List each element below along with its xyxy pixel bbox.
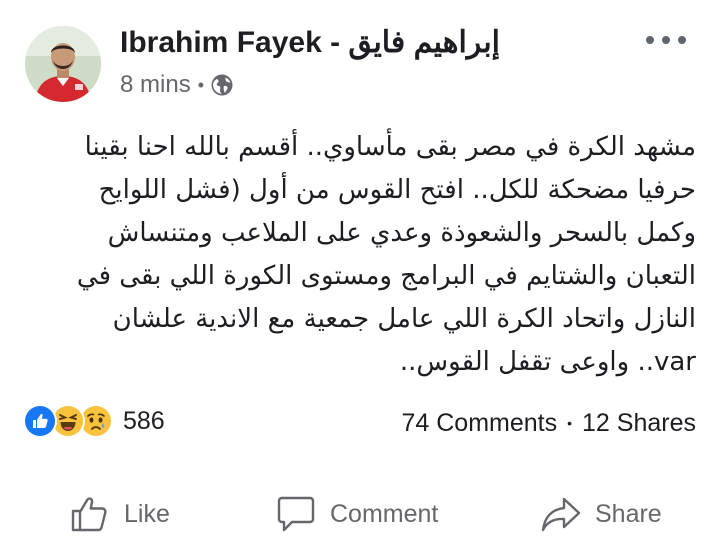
comment-label: Comment [330,499,439,528]
facebook-post: Ibrahim Fayek - إبراهيم فايق 8 mins • مش… [0,0,720,550]
comment-bubble-icon [277,496,315,532]
avatar[interactable] [25,26,101,102]
share-button[interactable]: Share [541,486,662,542]
post-text-line: حرفيا مضحكة للكل.. افتح القوس من أول (فش… [98,175,696,205]
like-button[interactable]: Like [70,486,170,542]
avatar-photo [25,26,101,102]
counts-separator: • [567,415,573,431]
share-label: Share [595,499,662,528]
comment-button[interactable]: Comment [276,486,438,542]
post-text-line: وكمل بالسحر والشعوذة وعدي على الملاعب وم… [107,218,696,248]
action-bar: Like Comment Share [0,486,720,542]
more-options-icon[interactable] [646,28,686,52]
comments-count-link[interactable]: 74 Comments [402,407,558,439]
engagement-counts: 74 Comments • 12 Shares [402,407,697,439]
post-text-line: التعبان والشتايم في البرامج ومستوى الكور… [76,261,696,291]
post-text-line: var.. واوعى تقفل القوس.. [399,347,696,377]
like-label: Like [124,499,170,528]
post-text-line: النازل واتحاد الكرة اللي عامل جمعية مع ا… [112,304,696,334]
like-reaction-icon [23,404,57,438]
post-text: مشهد الكرة في مصر بقى مأساوي.. أقسم بالل… [36,126,696,384]
more-dot [678,36,686,44]
post-text-line: مشهد الكرة في مصر بقى مأساوي.. أقسم بالل… [84,132,696,162]
globe-icon[interactable] [210,73,234,97]
more-dot [662,36,670,44]
more-dot [646,36,654,44]
share-arrow-icon [541,497,581,532]
post-meta: 8 mins • [120,70,234,100]
shares-count-link[interactable]: 12 Shares [582,407,696,439]
thumbs-up-icon [71,497,107,532]
meta-separator: • [197,75,204,95]
reaction-count: 586 [123,406,165,435]
reactions-summary[interactable]: 586 [23,404,165,438]
author-name[interactable]: Ibrahim Fayek - إبراهيم فايق [120,24,500,62]
post-timestamp[interactable]: 8 mins [120,70,191,100]
